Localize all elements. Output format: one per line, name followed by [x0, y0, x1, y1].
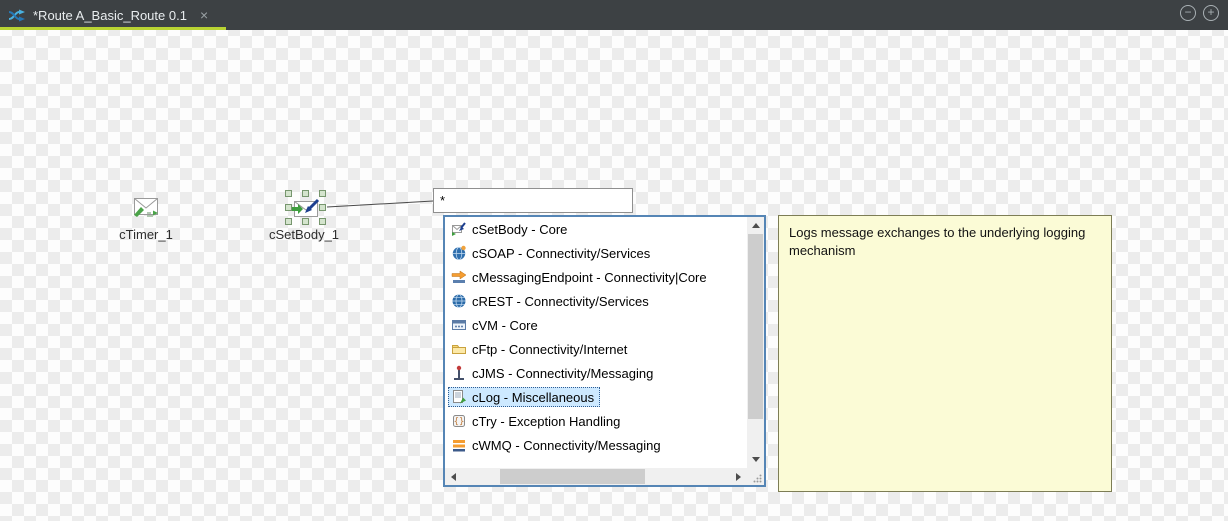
- vertical-scrollbar[interactable]: [747, 217, 764, 468]
- clog-icon: [451, 389, 467, 405]
- selection-handle[interactable]: [302, 218, 309, 225]
- view-controls: − +: [1180, 5, 1219, 21]
- scroll-left-icon[interactable]: [445, 468, 462, 485]
- svg-text:{}: {}: [454, 417, 465, 427]
- dropdown-item-clog[interactable]: cLog - Miscellaneous: [445, 385, 747, 409]
- active-tab-underline: [0, 27, 226, 30]
- minimize-icon[interactable]: −: [1180, 5, 1196, 21]
- selection-handle[interactable]: [319, 204, 326, 211]
- route-icon: [8, 9, 26, 22]
- component-description-tooltip: Logs message exchanges to the underlying…: [778, 215, 1112, 492]
- crest-icon: [451, 293, 467, 309]
- ctry-icon: {}: [451, 413, 467, 429]
- dropdown-item-cjms[interactable]: cJMS - Connectivity/Messaging: [445, 361, 747, 385]
- resize-grip[interactable]: [747, 468, 764, 485]
- dropdown-item-crest[interactable]: cREST - Connectivity/Services: [445, 289, 747, 313]
- component-search-input[interactable]: [433, 188, 633, 213]
- maximize-icon[interactable]: +: [1203, 5, 1219, 21]
- scroll-down-icon[interactable]: [747, 451, 764, 468]
- horizontal-scrollbar[interactable]: [445, 468, 747, 485]
- cftp-icon: [451, 341, 467, 357]
- route-canvas[interactable]: *Route A_Basic_Route 0.1 × − + cTimer_1 …: [0, 0, 1228, 521]
- ctimer-label: cTimer_1: [104, 227, 188, 242]
- editor-tab-bar: *Route A_Basic_Route 0.1 × − +: [0, 0, 1228, 30]
- editor-tab-route[interactable]: *Route A_Basic_Route 0.1 ×: [0, 0, 226, 30]
- cmessagingendpoint-icon: [451, 269, 467, 285]
- cjms-icon: [451, 365, 467, 381]
- dropdown-item-cftp[interactable]: cFtp - Connectivity/Internet: [445, 337, 747, 361]
- dropdown-item-cwmq[interactable]: cWMQ - Connectivity/Messaging: [445, 433, 747, 457]
- scroll-up-icon[interactable]: [747, 217, 764, 234]
- dropdown-item-cmessagingendpoint[interactable]: cMessagingEndpoint - Connectivity|Core: [445, 265, 747, 289]
- selection-handle[interactable]: [285, 204, 292, 211]
- csoap-icon: [451, 245, 467, 261]
- component-suggestion-dropdown: cSetBody - Core cSOAP - Connectivity/Ser…: [443, 215, 766, 487]
- selection-handle[interactable]: [319, 190, 326, 197]
- dropdown-item-csetbody[interactable]: cSetBody - Core: [445, 217, 747, 241]
- scroll-right-icon[interactable]: [730, 468, 747, 485]
- csetbody-icon: [451, 221, 467, 237]
- selection-handle[interactable]: [319, 218, 326, 225]
- horizontal-scroll-thumb[interactable]: [500, 469, 645, 484]
- dropdown-item-ctry[interactable]: {} cTry - Exception Handling: [445, 409, 747, 433]
- cvm-icon: [451, 317, 467, 333]
- dropdown-item-csoap[interactable]: cSOAP - Connectivity/Services: [445, 241, 747, 265]
- suggestion-list: cSetBody - Core cSOAP - Connectivity/Ser…: [445, 217, 747, 468]
- ctimer-component-icon[interactable]: [131, 195, 161, 219]
- csetbody-label: cSetBody_1: [261, 227, 347, 242]
- tab-close-icon[interactable]: ×: [200, 8, 208, 22]
- tooltip-text: Logs message exchanges to the underlying…: [789, 225, 1085, 258]
- tab-title: *Route A_Basic_Route 0.1: [33, 8, 187, 23]
- selection-handle[interactable]: [302, 190, 309, 197]
- selection-handle[interactable]: [285, 190, 292, 197]
- vertical-scroll-thumb[interactable]: [748, 234, 763, 419]
- dropdown-item-cvm[interactable]: cVM - Core: [445, 313, 747, 337]
- selection-handle[interactable]: [285, 218, 292, 225]
- cwmq-icon: [451, 437, 467, 453]
- resize-grip-icon: [753, 474, 762, 483]
